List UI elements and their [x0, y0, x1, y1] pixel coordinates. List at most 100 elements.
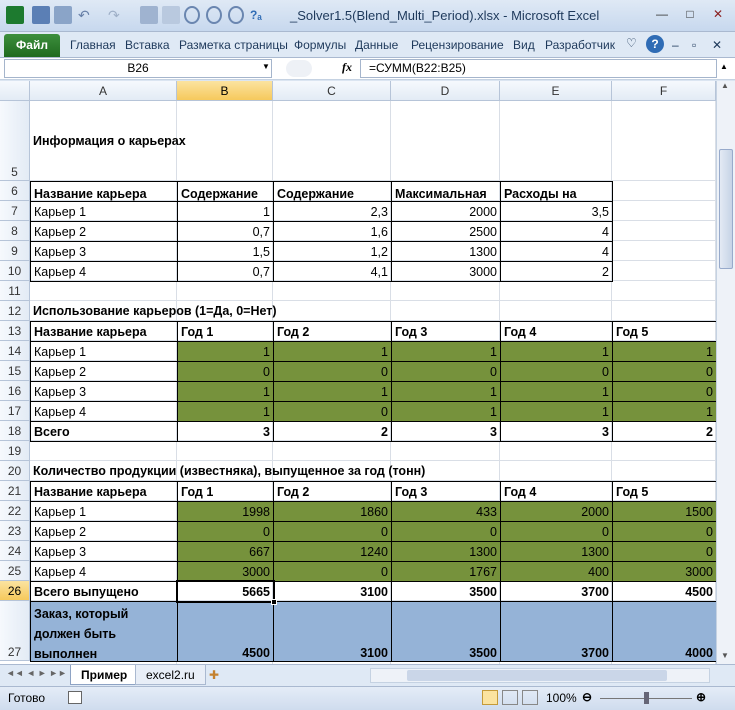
- fill-handle[interactable]: [271, 599, 277, 605]
- header-cell[interactable]: Максимальная производительность, тонн в …: [391, 181, 501, 202]
- normal-view-icon[interactable]: [482, 690, 498, 705]
- production-cell[interactable]: 0: [612, 541, 716, 562]
- decision-cell[interactable]: 1: [612, 401, 716, 422]
- column-header-f[interactable]: F: [612, 81, 716, 101]
- header-cell[interactable]: Год 4: [500, 481, 613, 502]
- row-header-7[interactable]: 7: [0, 201, 30, 221]
- order-cell[interactable]: 4000: [612, 601, 716, 662]
- zoom-in-icon[interactable]: ⊕: [696, 690, 706, 704]
- decision-cell[interactable]: 1: [391, 401, 501, 422]
- order-cell[interactable]: 3500: [391, 601, 501, 662]
- formula-input[interactable]: =СУММ(B22:B25): [360, 59, 717, 78]
- value-cell[interactable]: 4: [500, 221, 613, 242]
- header-cell[interactable]: Год 1: [177, 481, 274, 502]
- production-cell[interactable]: 3000: [612, 561, 716, 582]
- help-query-icon[interactable]: ?ₐ: [250, 6, 272, 24]
- minus-circle-icon[interactable]: [206, 6, 222, 24]
- decision-cell[interactable]: 0: [391, 361, 501, 382]
- total-produced-label[interactable]: Всего выпущено: [30, 581, 178, 602]
- redo-icon[interactable]: ↷: [108, 6, 122, 24]
- total-cell[interactable]: 2: [612, 421, 716, 442]
- workbook-restore-icon[interactable]: ▫: [692, 38, 696, 52]
- row-header-25[interactable]: 25: [0, 561, 30, 581]
- decision-cell[interactable]: 0: [612, 361, 716, 382]
- row-label-cell[interactable]: Карьер 3: [30, 381, 178, 402]
- production-cell[interactable]: 3000: [177, 561, 274, 582]
- production-cell[interactable]: 1300: [500, 541, 613, 562]
- row-header-11[interactable]: 11: [0, 281, 30, 301]
- macro-record-icon[interactable]: [68, 691, 82, 704]
- value-cell[interactable]: 1,2: [273, 241, 392, 262]
- copy-icon[interactable]: [140, 6, 158, 24]
- maximize-button[interactable]: □: [677, 4, 703, 24]
- row-header-5[interactable]: 5: [0, 101, 30, 181]
- value-cell[interactable]: 3,5: [500, 201, 613, 222]
- production-cell[interactable]: 1998: [177, 501, 274, 522]
- sheet-tab-other[interactable]: excel2.ru: [135, 665, 206, 685]
- decision-cell[interactable]: 1: [391, 341, 501, 362]
- tab-page-layout[interactable]: Разметка страницы: [179, 38, 288, 52]
- production-cell[interactable]: 1767: [391, 561, 501, 582]
- horizontal-scrollbar[interactable]: [370, 668, 710, 683]
- column-header-c[interactable]: C: [273, 81, 391, 101]
- decision-cell[interactable]: 0: [273, 401, 392, 422]
- decision-cell[interactable]: 1: [177, 341, 274, 362]
- value-cell[interactable]: 1300: [391, 241, 501, 262]
- name-box[interactable]: B26: [4, 59, 272, 78]
- total-cell[interactable]: 3: [500, 421, 613, 442]
- scroll-down-icon[interactable]: ▼: [721, 651, 729, 660]
- row-header-27[interactable]: 27: [0, 601, 30, 661]
- decision-cell[interactable]: 1: [391, 381, 501, 402]
- row-header-16[interactable]: 16: [0, 381, 30, 401]
- scroll-thumb[interactable]: [719, 149, 733, 269]
- production-cell[interactable]: 0: [500, 521, 613, 542]
- total-produced-cell[interactable]: 3700: [500, 581, 613, 602]
- section-title-production[interactable]: Количество продукции (известняка), выпущ…: [30, 461, 500, 481]
- decision-cell[interactable]: 1: [500, 401, 613, 422]
- production-cell[interactable]: 1500: [612, 501, 716, 522]
- decision-cell[interactable]: 0: [273, 361, 392, 382]
- select-all-corner[interactable]: [0, 81, 30, 101]
- save-icon[interactable]: [32, 6, 50, 24]
- column-header-e[interactable]: E: [500, 81, 612, 101]
- zoom-out-icon[interactable]: ⊖: [582, 690, 592, 704]
- plus-circle-icon[interactable]: [228, 6, 244, 24]
- row-header-22[interactable]: 22: [0, 501, 30, 521]
- total-cell[interactable]: 3: [177, 421, 274, 442]
- value-cell[interactable]: 1,5: [177, 241, 274, 262]
- value-cell[interactable]: 2500: [391, 221, 501, 242]
- header-cell[interactable]: Расходы на содержание карьера в год (млн…: [500, 181, 613, 202]
- value-cell[interactable]: 4,1: [273, 261, 392, 282]
- production-cell[interactable]: 0: [273, 561, 392, 582]
- expand-formula-icon[interactable]: ▲: [720, 62, 728, 71]
- tab-formulas[interactable]: Формулы: [294, 38, 346, 52]
- workbook-minimize-icon[interactable]: –: [672, 38, 679, 52]
- row-label-cell[interactable]: Карьер 3: [30, 241, 178, 262]
- decision-cell[interactable]: 0: [177, 361, 274, 382]
- row-header-8[interactable]: 8: [0, 221, 30, 241]
- row-label-cell[interactable]: Карьер 2: [30, 361, 178, 382]
- header-cell[interactable]: Содержание кальция: [177, 181, 274, 202]
- row-label-cell[interactable]: Карьер 1: [30, 201, 178, 222]
- order-label-cell[interactable]: Заказ, который должен быть выполнен: [30, 601, 178, 662]
- row-header-9[interactable]: 9: [0, 241, 30, 261]
- header-cell[interactable]: Год 2: [273, 481, 392, 502]
- decision-cell[interactable]: 1: [273, 341, 392, 362]
- tab-review[interactable]: Рецензирование: [411, 38, 504, 52]
- production-cell[interactable]: 0: [177, 521, 274, 542]
- undo-icon[interactable]: ↶: [78, 6, 92, 24]
- value-cell[interactable]: 0,7: [177, 221, 274, 242]
- production-cell[interactable]: 0: [391, 521, 501, 542]
- minimize-button[interactable]: —: [649, 4, 675, 24]
- column-header-a[interactable]: A: [30, 81, 177, 101]
- section-title-quarry-usage[interactable]: Использование карьеров (1=Да, 0=Нет): [30, 301, 391, 321]
- spreadsheet-grid[interactable]: A B C D E F 5 6 7 8 9 10 11 12 13 14 15 16 17 18 19 20 21 22 23 2…: [0, 81, 716, 664]
- total-label-cell[interactable]: Всего: [30, 421, 178, 442]
- decision-cell[interactable]: 1: [177, 401, 274, 422]
- value-cell[interactable]: 1: [177, 201, 274, 222]
- zoom-level[interactable]: 100%: [546, 691, 577, 705]
- row-header-19[interactable]: 19: [0, 441, 30, 461]
- row-header-21[interactable]: 21: [0, 481, 30, 501]
- chevron-down-icon[interactable]: ▼: [262, 62, 270, 71]
- tab-view[interactable]: Вид: [513, 38, 535, 52]
